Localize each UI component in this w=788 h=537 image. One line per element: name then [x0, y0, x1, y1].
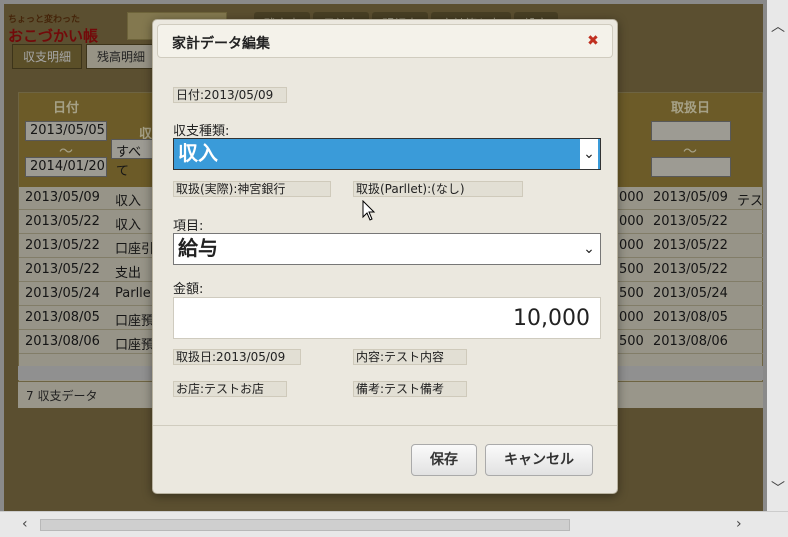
scroll-left-icon[interactable]: ‹	[22, 516, 28, 532]
item-label: 項目:	[173, 219, 204, 234]
shop-field: お店:テストお店	[173, 381, 287, 397]
handler-parllet-field: 取扱(Parllet):(なし)	[353, 181, 523, 197]
date-field: 日付:2013/05/09	[173, 87, 287, 103]
save-button[interactable]: 保存	[411, 444, 477, 476]
content-field: 内容:テスト内容	[353, 349, 467, 365]
amount-field[interactable]: 10,000	[173, 297, 601, 339]
memo-field: 備考:テスト備考	[353, 381, 467, 397]
chevron-down-icon[interactable]: ⌄	[580, 234, 598, 264]
vertical-scrollbar[interactable]: ︿ ﹀	[767, 0, 788, 511]
mouse-cursor-icon	[362, 200, 376, 221]
scroll-up-icon[interactable]: ︿	[771, 16, 785, 36]
scrollbar-thumb[interactable]	[40, 519, 570, 531]
type-select-value: 収入	[178, 141, 218, 165]
scroll-down-icon[interactable]: ﹀	[771, 478, 785, 498]
dialog-title: 家計データ編集	[172, 36, 270, 52]
close-icon[interactable]: ✖	[586, 34, 600, 48]
scroll-right-icon[interactable]: ›	[736, 516, 742, 532]
item-select-value: 給与	[178, 236, 218, 260]
cancel-button[interactable]: キャンセル	[485, 444, 593, 476]
handler-actual-field: 取扱(実際):神宮銀行	[173, 181, 331, 197]
handled-date-field: 取扱日:2013/05/09	[173, 349, 301, 365]
edit-dialog: 家計データ編集 ✖ 日付:2013/05/09 収支種類: 収入 ⌄ 取扱(実際…	[152, 19, 618, 494]
dialog-titlebar[interactable]: 家計データ編集 ✖	[157, 24, 613, 58]
item-select[interactable]: 給与 ⌄	[173, 233, 601, 265]
horizontal-scrollbar[interactable]: ‹ ›	[0, 511, 788, 537]
type-select[interactable]: 収入 ⌄	[173, 138, 601, 170]
amount-label: 金額:	[173, 282, 204, 297]
type-label: 収支種類:	[173, 124, 230, 139]
dialog-divider	[153, 425, 617, 426]
chevron-down-icon[interactable]: ⌄	[580, 139, 598, 169]
